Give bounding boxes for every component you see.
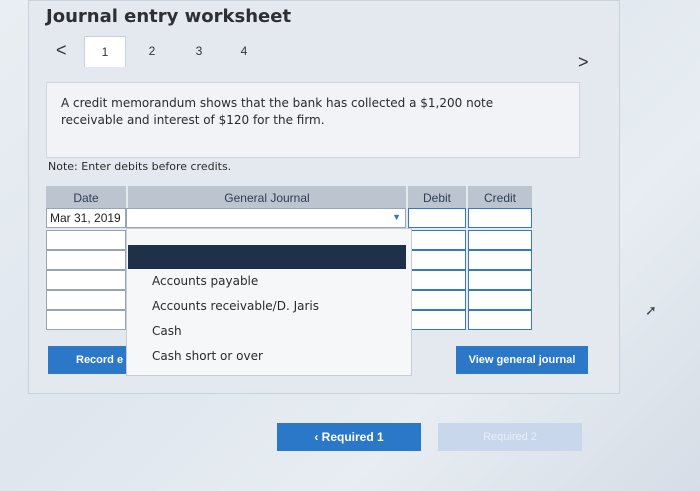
debit-input[interactable] (408, 250, 466, 270)
dropdown-option[interactable]: Cash short or over (152, 349, 263, 363)
dropdown-option[interactable]: Accounts receivable/D. Jaris (152, 299, 319, 313)
date-cell[interactable]: Mar 31, 2019 (46, 208, 126, 228)
prompt-box: A credit memorandum shows that the bank … (46, 82, 580, 158)
debit-input[interactable] (408, 208, 466, 228)
view-general-journal-button[interactable]: View general journal (456, 346, 588, 374)
note-text: Note: Enter debits before credits. (48, 160, 232, 173)
credit-input[interactable] (468, 290, 532, 310)
required-1-button[interactable]: ‹ Required 1 (277, 423, 421, 451)
date-cell[interactable] (46, 230, 126, 250)
credit-input[interactable] (468, 270, 532, 290)
tab-4[interactable]: 4 (224, 36, 264, 66)
debit-input[interactable] (408, 310, 466, 330)
credit-input[interactable] (468, 230, 532, 250)
record-entry-button[interactable]: Record e (48, 346, 128, 374)
chevron-left-icon: ‹ (314, 430, 322, 444)
date-cell[interactable] (46, 250, 126, 270)
tab-3[interactable]: 3 (179, 36, 219, 66)
required-2-button[interactable]: Required 2 (438, 423, 582, 451)
date-cell[interactable] (46, 310, 126, 330)
tab-2[interactable]: 2 (132, 36, 172, 66)
date-value: Mar 31, 2019 (50, 211, 121, 225)
date-cell[interactable] (46, 270, 126, 290)
dropdown-selected-option[interactable] (128, 245, 406, 269)
debit-input[interactable] (408, 230, 466, 250)
date-cell[interactable] (46, 290, 126, 310)
next-tab-arrow[interactable]: > (578, 52, 589, 73)
account-select[interactable]: ▼ (126, 208, 406, 228)
header-general-journal: General Journal (128, 186, 406, 210)
credit-input[interactable] (468, 250, 532, 270)
required-1-label: Required 1 (321, 430, 384, 444)
prompt-text: A credit memorandum shows that the bank … (61, 96, 494, 127)
credit-input[interactable] (468, 310, 532, 330)
prev-tab-arrow[interactable]: < (56, 40, 67, 61)
debit-input[interactable] (408, 290, 466, 310)
chevron-down-icon: ▼ (392, 212, 401, 222)
tab-1[interactable]: 1 (84, 36, 126, 67)
debit-input[interactable] (408, 270, 466, 290)
credit-input[interactable] (468, 208, 532, 228)
header-debit: Debit (408, 186, 466, 210)
dropdown-option[interactable]: Cash (152, 324, 182, 338)
mouse-pointer-icon: ➚ (645, 302, 657, 318)
page-title: Journal entry worksheet (46, 6, 292, 27)
header-credit: Credit (468, 186, 532, 210)
dropdown-option[interactable]: Accounts payable (152, 274, 258, 288)
header-date: Date (46, 186, 126, 210)
